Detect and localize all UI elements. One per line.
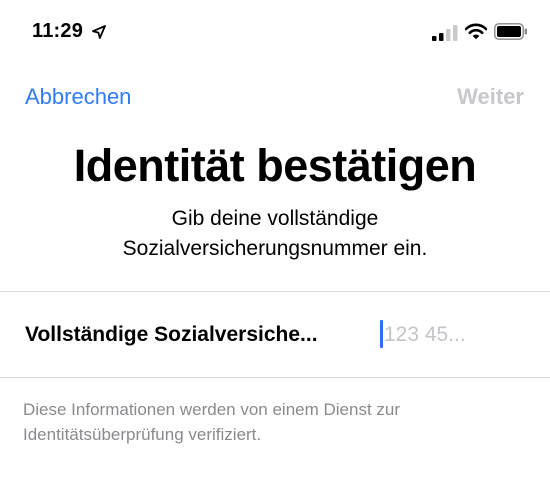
status-bar: 11:29	[0, 0, 550, 62]
page-subtitle: Gib deine vollständige Sozialversicherun…	[0, 204, 550, 264]
next-button[interactable]: Weiter	[457, 84, 524, 110]
divider	[0, 377, 550, 378]
cancel-button[interactable]: Abbrechen	[25, 84, 131, 110]
navigation-bar: Abbrechen Weiter	[0, 78, 550, 118]
status-time: 11:29	[32, 20, 84, 42]
ssn-field-label: Vollständige Sozialversiche...	[25, 323, 318, 346]
ssn-form-row[interactable]: Vollständige Sozialversiche...	[0, 292, 550, 377]
footer-note: Diese Informationen werden von einem Die…	[23, 400, 401, 444]
subtitle-line-1: Gib deine vollständige	[171, 207, 379, 230]
battery-icon	[494, 23, 528, 45]
wifi-icon	[464, 23, 488, 45]
cellular-signal-icon	[432, 25, 458, 46]
page-title: Identität bestätigen	[73, 140, 477, 191]
subtitle-line-2: Sozialversicherungsnummer ein.	[122, 237, 428, 260]
location-arrow-icon	[92, 25, 106, 44]
ssn-input[interactable]	[381, 319, 534, 351]
